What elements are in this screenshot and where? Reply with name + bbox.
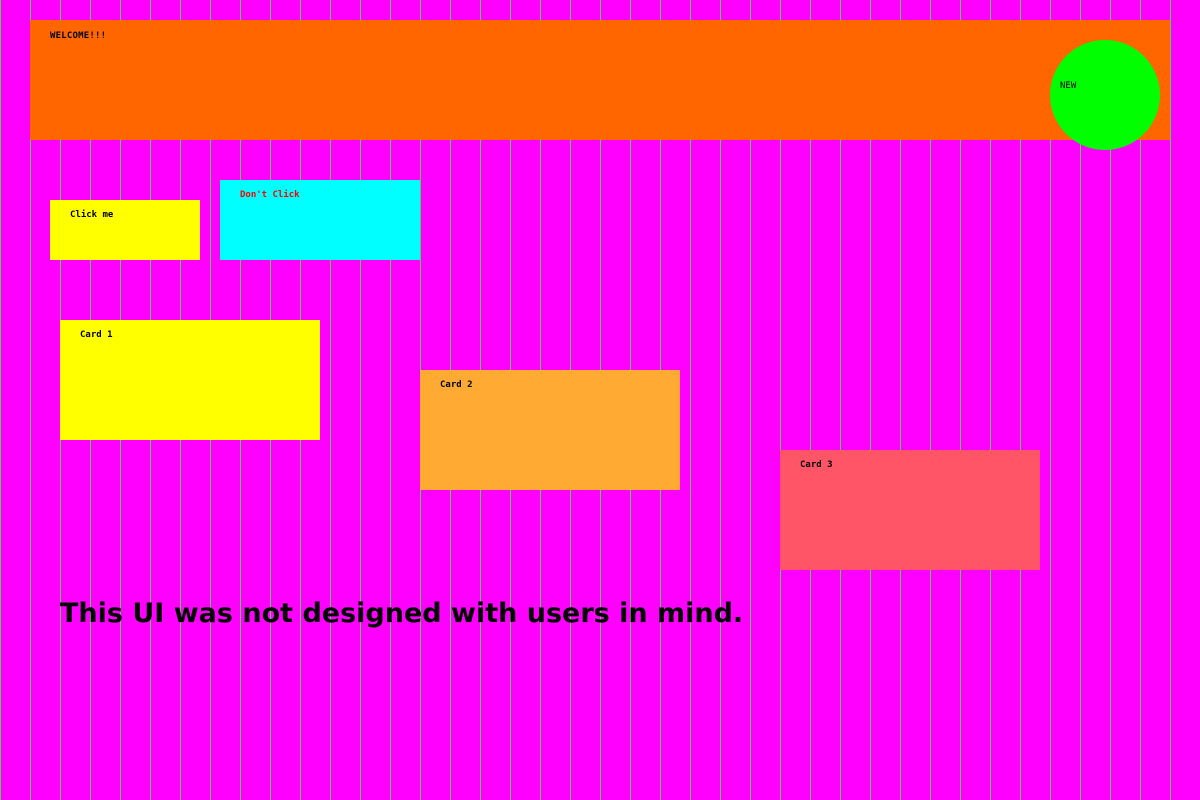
banner-title: WELCOME!!! <box>50 31 107 41</box>
click-me-button[interactable]: Click me <box>50 200 200 260</box>
card-title: Card 2 <box>440 380 473 390</box>
new-badge-label: NEW <box>1060 81 1077 91</box>
welcome-banner <box>30 20 1170 140</box>
dont-click-button[interactable]: Don't Click <box>220 180 420 260</box>
new-badge[interactable] <box>1050 40 1160 150</box>
card-title: Card 1 <box>80 330 113 340</box>
card-title: Card 3 <box>800 460 833 470</box>
card-3: Card 3 <box>780 450 1040 570</box>
card-2: Card 2 <box>420 370 680 490</box>
click-me-button-label: Click me <box>70 210 114 220</box>
dont-click-button-label: Don't Click <box>240 190 300 200</box>
page-canvas: WELCOME!!! NEW Click me Don't Click Card… <box>0 0 1200 800</box>
tagline-text: This UI was not designed with users in m… <box>60 598 744 629</box>
card-1: Card 1 <box>60 320 320 440</box>
